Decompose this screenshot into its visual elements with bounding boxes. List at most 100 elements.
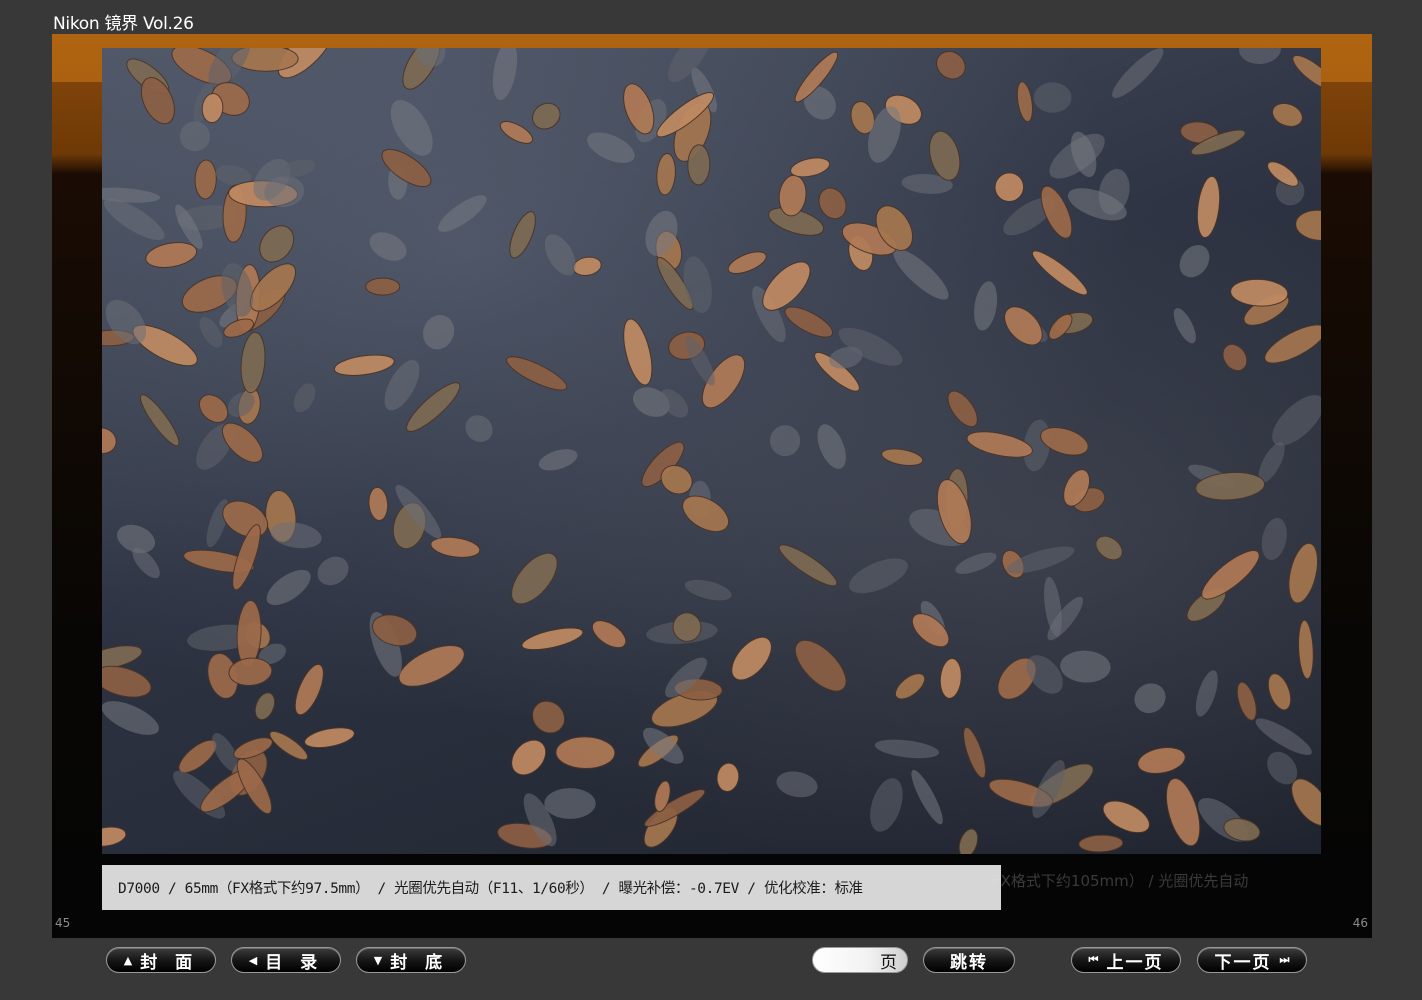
leaf-shape [240, 331, 266, 394]
leaf-shape [1295, 209, 1321, 241]
leaf-shape [294, 663, 324, 716]
leaf-shape [333, 354, 395, 376]
leaf-shape [430, 536, 481, 558]
leaf-shape [1267, 673, 1292, 711]
toc-button[interactable]: ◀ 目 录 [231, 947, 341, 973]
leaf-shape [1179, 245, 1210, 278]
floating-leaves-photo-art [102, 48, 1321, 854]
leaf-shape [423, 314, 455, 350]
leaf-shape [1239, 48, 1281, 65]
leaf-shape [716, 762, 740, 792]
leaf-shape [818, 187, 847, 220]
leaf-shape [1032, 250, 1088, 296]
leaf-shape [936, 50, 966, 80]
leaf-shape [776, 771, 818, 798]
leaf-shape [499, 120, 533, 144]
leaf-shape [955, 552, 997, 574]
leaf-shape [102, 427, 117, 454]
leaf-shape [492, 48, 518, 101]
left-page-number: 45 [55, 916, 71, 930]
leaf-shape [198, 394, 229, 423]
leaf-shape [293, 383, 316, 413]
leaf-shape [656, 152, 676, 196]
leaf-shape [1078, 834, 1124, 853]
next-page-button[interactable]: 下一页 ⏭ [1197, 947, 1307, 973]
enlarged-photo[interactable] [102, 48, 1321, 854]
leaf-shape [1004, 306, 1043, 346]
previous-page-label: 上一页 [1106, 952, 1164, 973]
leaf-shape [817, 424, 846, 469]
leaf-shape [1298, 619, 1314, 680]
leaf-shape [893, 249, 949, 300]
leaf-shape [368, 486, 389, 521]
leaf-shape [1134, 683, 1166, 714]
leaf-shape [731, 636, 772, 681]
background-caption-text: FX格式下约105mm） / 光圈优先自动 [992, 872, 1249, 890]
right-page-number: 46 [1352, 916, 1368, 930]
leaf-shape [1195, 670, 1218, 717]
leaf-shape [506, 356, 568, 391]
leaf-shape [778, 544, 838, 587]
leaf-shape [254, 692, 276, 721]
leaf-shape [727, 251, 767, 274]
leaf-shape [1196, 175, 1221, 239]
back-cover-button[interactable]: ▼ 封 底 [356, 947, 466, 973]
leaf-shape [1060, 650, 1111, 683]
previous-page-button[interactable]: ⏮ 上一页 [1071, 947, 1181, 973]
app-title: Nikon 镜界 Vol.26 [53, 14, 194, 34]
leaf-shape [538, 449, 578, 471]
leaf-shape [139, 394, 180, 447]
leaf-shape [1264, 324, 1321, 364]
leaf-shape [591, 620, 627, 649]
leaf-shape [511, 552, 558, 605]
leaf-shape [555, 736, 616, 770]
leaf-shape [881, 448, 924, 467]
next-page-label: 下一页 [1214, 952, 1272, 973]
leaf-shape [369, 232, 407, 261]
leaf-shape [269, 730, 309, 761]
leaf-shape [684, 579, 732, 601]
page-number-field[interactable]: 页 [812, 947, 908, 973]
back-cover-button-label: 封 底 [390, 952, 449, 973]
leaf-shape [572, 256, 602, 276]
jump-button-label: 跳转 [950, 952, 988, 973]
leaf-shape [509, 211, 536, 259]
leaf-shape [145, 242, 198, 268]
magazine-viewer: FX格式下约105mm） / 光圈优先自动 45 46 D7000 / 65mm… [52, 34, 1372, 938]
leaf-shape [532, 102, 561, 130]
leaf-shape [958, 828, 979, 854]
leaf-shape [1271, 102, 1303, 127]
leaf-shape [1033, 82, 1072, 113]
triangle-down-icon: ▼ [373, 953, 383, 967]
leaf-shape [1230, 278, 1289, 307]
photo-caption-bar: D7000 / 65mm（FX格式下约97.5mm） / 光圈优先自动（F11、… [102, 865, 1001, 910]
leaf-shape [531, 700, 566, 734]
leaf-shape [870, 778, 903, 832]
leaf-shape [966, 431, 1033, 458]
photo-caption: D7000 / 65mm（FX格式下约97.5mm） / 光圈优先自动（F11、… [118, 881, 863, 897]
leaf-shape [1173, 308, 1196, 344]
cover-button[interactable]: ▲ 封 面 [106, 947, 216, 973]
leaf-shape [1102, 800, 1150, 834]
leaf-shape [963, 726, 987, 779]
leaf-shape [1272, 395, 1321, 446]
leaf-shape [784, 306, 834, 338]
leaf-shape [1016, 81, 1034, 123]
skip-back-icon: ⏮ [1088, 953, 1099, 966]
leaf-shape [939, 657, 962, 699]
page-number-input[interactable] [817, 950, 879, 972]
leaf-shape [874, 739, 939, 759]
leaf-shape [102, 826, 127, 847]
triangle-up-icon: ▲ [123, 953, 133, 967]
leaf-shape [687, 144, 711, 186]
jump-button[interactable]: 跳转 [923, 947, 1015, 973]
leaf-shape [849, 558, 908, 594]
leaf-shape [994, 172, 1025, 203]
leaf-shape [974, 281, 998, 331]
leaf-shape [668, 48, 712, 83]
leaf-shape [1165, 777, 1201, 847]
leaf-shape [947, 390, 978, 428]
leaf-shape [511, 739, 547, 776]
cover-button-label: 封 面 [140, 952, 199, 973]
leaf-shape [1292, 54, 1321, 91]
